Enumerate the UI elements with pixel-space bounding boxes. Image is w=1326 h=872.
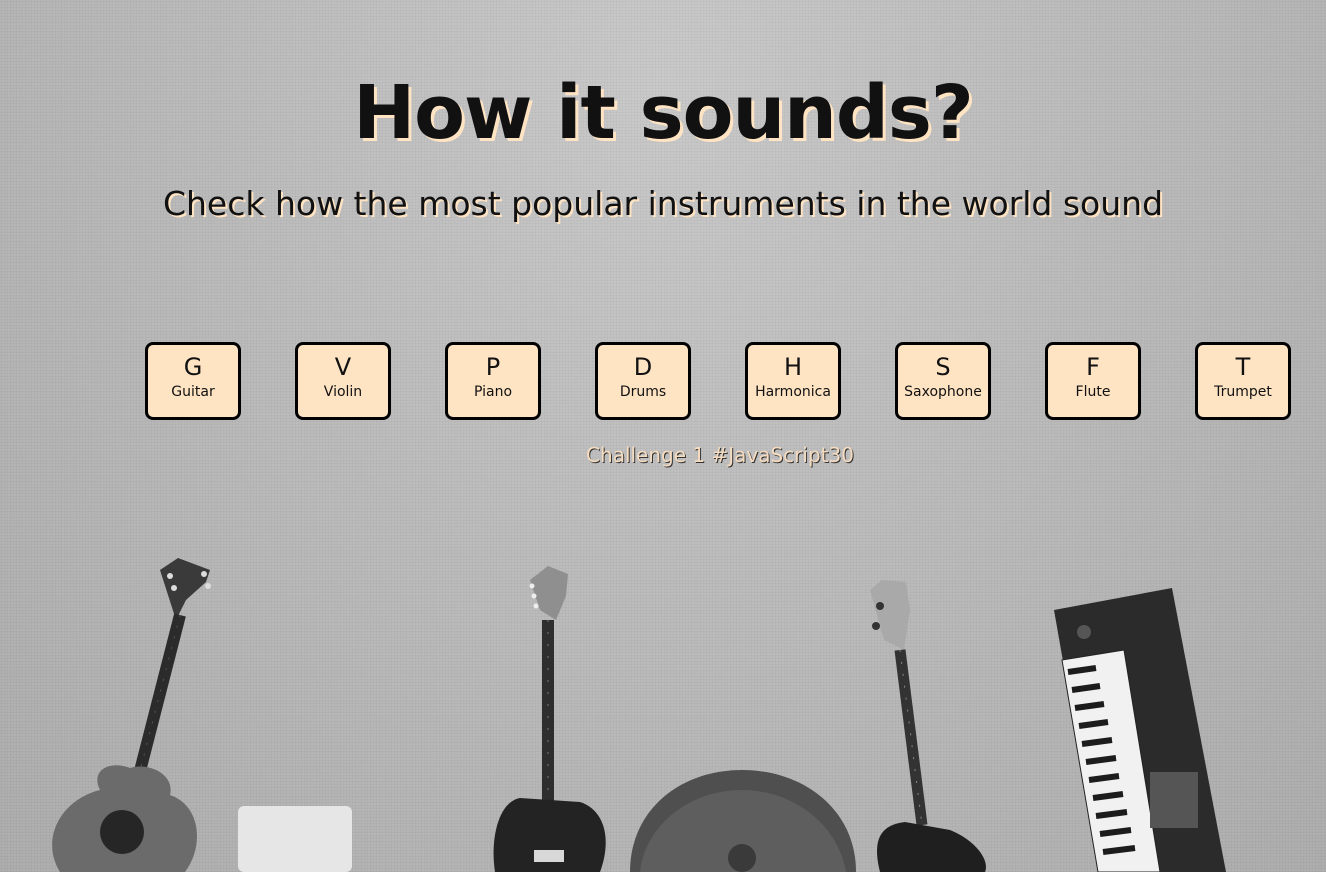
key-label: Harmonica <box>755 384 831 400</box>
key-letter: G <box>183 353 203 381</box>
acoustic-guitar-icon <box>52 558 211 872</box>
page-subtitle: Check how the most popular instruments i… <box>162 184 1164 223</box>
key-label: Piano <box>473 384 513 400</box>
instrument-keys: G Guitar V Violin P Piano D Drums H Harm… <box>145 342 1295 424</box>
key-label: Drums <box>619 384 667 400</box>
key-label: Saxophone <box>904 384 982 400</box>
keyboard-icon <box>1054 588 1226 872</box>
key-letter: F <box>1086 353 1100 381</box>
challenge-note: Challenge 1 #JavaScript30 <box>586 443 854 467</box>
key-drums[interactable]: D Drums <box>595 342 691 420</box>
page-title: How it sounds? <box>353 70 974 156</box>
key-saxophone[interactable]: S Saxophone <box>895 342 991 420</box>
key-harmonica[interactable]: H Harmonica <box>745 342 841 420</box>
cymbal-icon <box>630 770 856 872</box>
key-piano[interactable]: P Piano <box>445 342 541 420</box>
bass-guitar-icon <box>870 580 986 872</box>
key-label: Trumpet <box>1214 384 1272 400</box>
key-violin[interactable]: V Violin <box>295 342 391 420</box>
key-label: Violin <box>323 384 363 400</box>
key-label: Flute <box>1075 384 1111 400</box>
key-letter: H <box>783 353 803 381</box>
instruments-background <box>52 558 1226 872</box>
light-box-icon <box>238 806 352 872</box>
key-letter: S <box>935 353 951 381</box>
key-flute[interactable]: F Flute <box>1045 342 1141 420</box>
key-trumpet[interactable]: T Trumpet <box>1195 342 1291 420</box>
key-letter: D <box>633 353 653 381</box>
key-guitar[interactable]: G Guitar <box>145 342 241 420</box>
electric-guitar-icon <box>493 566 606 872</box>
key-letter: V <box>334 353 352 381</box>
key-letter: P <box>485 353 501 381</box>
key-label: Guitar <box>171 384 215 400</box>
key-letter: T <box>1235 353 1251 381</box>
